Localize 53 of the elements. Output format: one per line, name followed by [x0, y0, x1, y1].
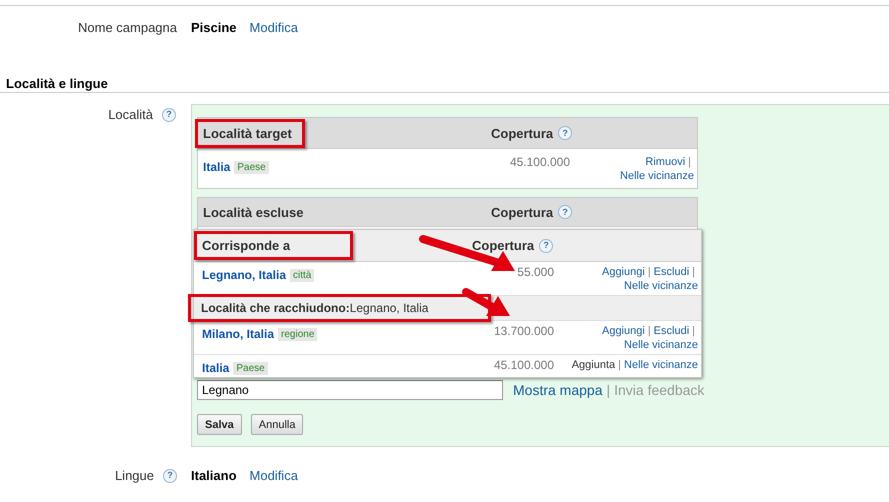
- save-button[interactable]: Salva: [197, 414, 242, 435]
- help-icon[interactable]: ?: [163, 468, 177, 482]
- type-tag: regione: [278, 328, 318, 340]
- type-tag: città: [290, 268, 314, 282]
- column-header: Località target: [203, 126, 292, 140]
- separator: |: [648, 266, 651, 278]
- action-link[interactable]: Escludi: [654, 325, 690, 337]
- map-link[interactable]: Mostra mappa: [513, 382, 602, 398]
- coverage-value: 45.100.000: [492, 358, 555, 374]
- separator: |: [606, 382, 610, 398]
- separator: |: [618, 359, 622, 371]
- campaign-name: Piscine: [191, 20, 237, 35]
- cancel-button[interactable]: Annulla: [250, 414, 304, 435]
- action-link[interactable]: Aggiungi: [602, 266, 645, 278]
- column-header: Copertura: [472, 238, 534, 253]
- edit-link[interactable]: Modifica: [250, 20, 298, 35]
- separator: |: [648, 325, 651, 337]
- help-icon[interactable]: ?: [539, 238, 554, 252]
- status-text: Aggiunta: [572, 359, 616, 371]
- action-link[interactable]: Nelle vicinanze: [624, 339, 698, 351]
- help-icon[interactable]: ?: [558, 126, 572, 140]
- edit-link[interactable]: Modifica: [250, 468, 298, 483]
- action-link[interactable]: Nelle vicinanze: [620, 170, 694, 182]
- separator: |: [692, 266, 695, 278]
- section-heading: Località e lingue: [0, 76, 889, 93]
- coverage-value: 55.000: [516, 265, 555, 281]
- language-value: Italiano: [191, 468, 237, 483]
- location-link[interactable]: Legnano, Italia: [202, 268, 286, 282]
- action-link[interactable]: Aggiungi: [602, 325, 645, 337]
- location-link[interactable]: Italia: [203, 160, 230, 174]
- location-link[interactable]: Italia: [202, 361, 230, 375]
- column-header: Corrisponde a: [202, 238, 290, 253]
- separator: |: [688, 156, 691, 168]
- location-search-field[interactable]: Legnano: [197, 380, 503, 400]
- location-link[interactable]: Milano, Italia: [202, 327, 274, 341]
- action-link[interactable]: Escludi: [654, 266, 690, 278]
- action-link[interactable]: Nelle vicinanze: [624, 280, 698, 292]
- type-tag: Paese: [234, 160, 269, 174]
- column-header: Copertura: [491, 204, 554, 220]
- coverage-value: 45.100.000: [508, 155, 571, 171]
- type-tag: Paese: [233, 362, 268, 374]
- action-link[interactable]: Rimuovi: [645, 156, 686, 168]
- separator: |: [692, 325, 695, 337]
- column-header: Copertura: [491, 126, 554, 140]
- field-label: Nome campagna: [78, 20, 177, 35]
- coverage-value: 13.700.000: [492, 324, 555, 340]
- help-icon[interactable]: ?: [558, 205, 572, 219]
- field-label: Località: [108, 107, 153, 122]
- action-link[interactable]: Nelle vicinanze: [624, 359, 698, 371]
- help-icon[interactable]: ?: [162, 108, 176, 122]
- column-header: Località escluse: [203, 204, 304, 220]
- group-title: Località che racchiudono:Legnano, Italia: [201, 301, 428, 315]
- field-label: Lingue: [114, 468, 154, 483]
